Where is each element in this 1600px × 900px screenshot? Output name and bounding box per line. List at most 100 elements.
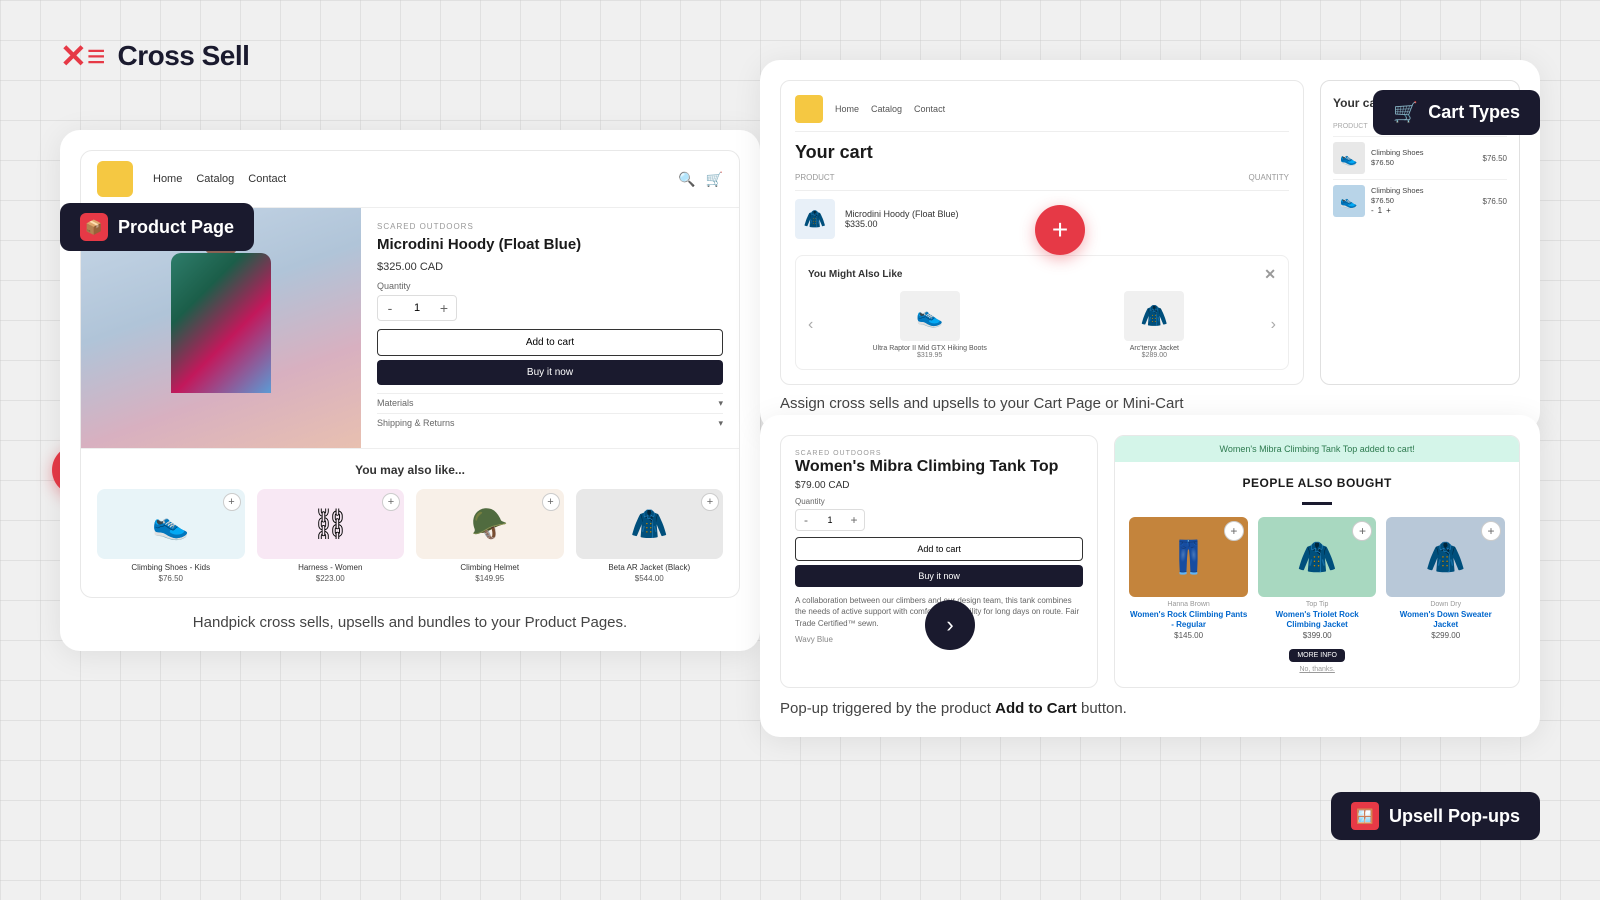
mock-nav-icons: 🔍 🛒 — [678, 171, 723, 188]
popup-product-image-jacket-blue: 🧥 + — [1386, 517, 1505, 597]
cart-item-image: 🧥 — [795, 199, 835, 239]
mini-cart-item2-price: $76.50 — [1483, 197, 1507, 206]
mini-cart-item-info: Climbing Shoes $76.50 — [1371, 148, 1477, 168]
cart-nav-home: Home — [835, 104, 859, 114]
product-name: Women's Rock Climbing Pants - Regular — [1129, 610, 1248, 629]
qty-decrease[interactable]: - — [378, 296, 402, 320]
title-underline — [1302, 502, 1332, 505]
upsell-qty-increase[interactable]: + — [844, 510, 864, 530]
product-name: Women's Triolet Rock Climbing Jacket — [1258, 610, 1377, 629]
you-might-like-items: ‹ 👟 Ultra Raptor II Mid GTX Hiking Boots… — [808, 291, 1276, 359]
more-info-btn[interactable]: MORE INFO — [1289, 649, 1345, 662]
qty-plus[interactable]: + — [1386, 206, 1391, 216]
qty-increase[interactable]: + — [432, 296, 456, 320]
product-name: Arc'teryx Jacket — [1046, 345, 1263, 352]
app-header: ✕≡ Cross Sell — [60, 40, 249, 72]
nav-home: Home — [153, 173, 182, 185]
also-like-products: 👟 + Climbing Shoes - Kids $76.50 ⛓ + Har… — [97, 489, 723, 583]
you-might-like-header: You Might Also Like ✕ — [808, 266, 1276, 283]
qty-value: 1 — [402, 302, 432, 314]
upsell-badge: 🪟 Upsell Pop-ups — [1331, 792, 1540, 840]
next-arrow[interactable]: › — [1271, 316, 1276, 334]
product-thumb-helmet: 🪖 + — [416, 489, 564, 559]
product-price: $76.50 — [97, 574, 245, 583]
qty-minus[interactable]: - — [1371, 206, 1374, 216]
product-price: $319.95 — [821, 352, 1038, 359]
qty-val: 1 — [1378, 206, 1382, 216]
product-price: $223.00 — [257, 574, 405, 583]
add-jacket-blue-btn[interactable]: + — [1481, 521, 1501, 541]
upsell-qty-value: 1 — [816, 515, 844, 525]
cart-plus-button[interactable]: + — [1035, 205, 1085, 255]
product-brand: SCARED OUTDOORS — [377, 222, 723, 231]
cart-types-icon: 🛒 — [1393, 100, 1418, 125]
add-harness-btn[interactable]: + — [382, 493, 400, 511]
product-thumb-jacket: 🧥 + — [576, 489, 724, 559]
cart-nav-links: Home Catalog Contact — [835, 104, 945, 114]
list-item: 👟 + Climbing Shoes - Kids $76.50 — [97, 489, 245, 583]
product-page-icon: 📦 — [80, 213, 108, 241]
product-tag: Down Dry — [1386, 601, 1505, 608]
upsell-arrow-button[interactable]: › — [925, 600, 975, 650]
right-bottom-card: SCARED OUTDOORS Women's Mibra Climbing T… — [760, 415, 1540, 737]
materials-chevron: ▾ — [718, 398, 723, 409]
list-item: 👖 + Hanna Brown Women's Rock Climbing Pa… — [1129, 517, 1248, 673]
mini-cart-item: 👟 Climbing Shoes $76.50 $76.50 — [1333, 136, 1507, 179]
product-thumb-shoes: 👟 + — [97, 489, 245, 559]
nav-catalog: Catalog — [196, 173, 234, 185]
model-body — [171, 253, 271, 393]
list-item: 🧥 Arc'teryx Jacket $289.00 — [1046, 291, 1263, 359]
shipping-row: Shipping & Returns ▾ — [377, 413, 723, 433]
upsell-product-mock: SCARED OUTDOORS Women's Mibra Climbing T… — [780, 435, 1098, 688]
cart-nav: Home Catalog Contact — [795, 95, 1289, 132]
add-to-cart-btn[interactable]: Add to cart — [377, 329, 723, 356]
prev-arrow[interactable]: ‹ — [808, 316, 813, 334]
add-shoes-btn[interactable]: + — [223, 493, 241, 511]
upsell-qty-decrease[interactable]: - — [796, 510, 816, 530]
product-thumb: 🧥 — [1124, 291, 1184, 341]
list-item: 🧥 + Down Dry Women's Down Sweater Jacket… — [1386, 517, 1505, 673]
add-pants-btn[interactable]: + — [1224, 521, 1244, 541]
col-quantity: QUANTITY — [1249, 173, 1289, 182]
upsell-qty-label: Quantity — [795, 497, 1083, 506]
mini-cart-item: 👟 Climbing Shoes $76.50 - 1 + $76.50 — [1333, 179, 1507, 222]
product-page-label: Product Page — [118, 217, 234, 238]
add-jacket-light-btn[interactable]: + — [1352, 521, 1372, 541]
product-page-badge: 📦 Product Page — [60, 203, 254, 251]
mock-nav: Home Catalog Contact 🔍 🛒 — [81, 151, 739, 208]
mock-store-logo — [97, 161, 133, 197]
upsell-description-text: Pop-up triggered by the product Add to C… — [780, 700, 1520, 717]
popup-product-image-pants: 👖 + — [1129, 517, 1248, 597]
left-card-description: Handpick cross sells, upsells and bundle… — [80, 614, 740, 631]
add-jacket-btn[interactable]: + — [701, 493, 719, 511]
product-thumb-harness: ⛓ + — [257, 489, 405, 559]
nav-contact: Contact — [248, 173, 286, 185]
popup-product-image-jacket-light: 🧥 + — [1258, 517, 1377, 597]
add-helmet-btn[interactable]: + — [542, 493, 560, 511]
cart-icon[interactable]: 🛒 — [706, 171, 723, 188]
product-price: $299.00 — [1386, 631, 1505, 640]
close-you-might-like[interactable]: ✕ — [1264, 266, 1276, 283]
cart-table-header: PRODUCT QUANTITY — [795, 173, 1289, 182]
qty-label: Quantity — [377, 281, 723, 291]
search-icon[interactable]: 🔍 — [678, 171, 695, 188]
upsell-brand: SCARED OUTDOORS — [795, 450, 1083, 457]
model-silhouette — [161, 218, 281, 438]
no-thanks-link[interactable]: No, thanks. — [1258, 666, 1377, 673]
upsell-price: $79.00 CAD — [795, 480, 1083, 491]
upsell-buy-now-btn[interactable]: Buy it now — [795, 565, 1083, 587]
description-start: Pop-up triggered by the product — [780, 700, 995, 717]
upsell-badge-label: Upsell Pop-ups — [1389, 806, 1520, 827]
buy-now-btn[interactable]: Buy it now — [377, 360, 723, 385]
logo-icon: ✕≡ — [60, 40, 105, 72]
list-item: 🧥 + Beta AR Jacket (Black) $544.00 — [576, 489, 724, 583]
cart-nav-catalog: Catalog — [871, 104, 902, 114]
mini-cart-item2-info: Climbing Shoes $76.50 - 1 + — [1371, 186, 1477, 216]
mini-cart-item2-name: Climbing Shoes — [1371, 186, 1477, 196]
upsell-add-cart-btn[interactable]: Add to cart — [795, 537, 1083, 561]
you-might-like: You Might Also Like ✕ ‹ 👟 Ultra Raptor I… — [795, 255, 1289, 370]
cart-page-logo — [795, 95, 823, 123]
mini-cart-item-price: $76.50 — [1483, 154, 1507, 163]
upsell-product-title: Women's Mibra Climbing Tank Top — [795, 457, 1083, 476]
product-name: Ultra Raptor II Mid GTX Hiking Boots — [821, 345, 1038, 352]
